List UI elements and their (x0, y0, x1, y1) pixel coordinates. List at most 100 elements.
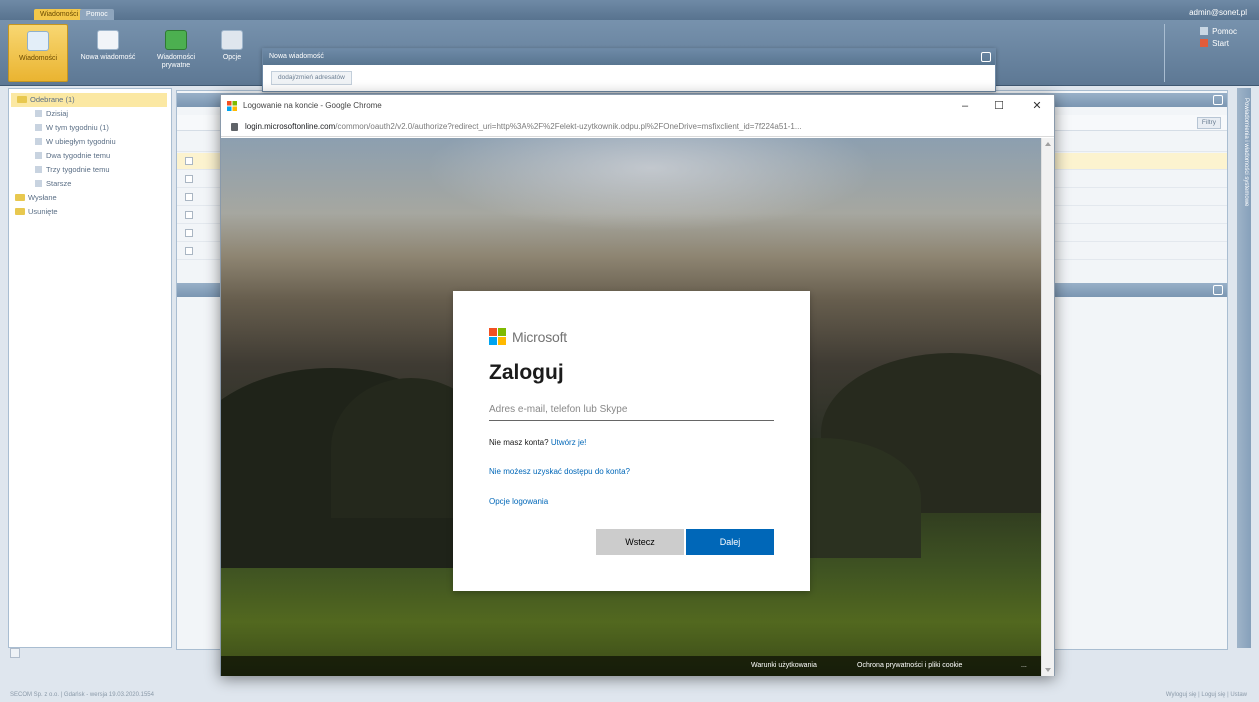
private-message-icon (165, 30, 187, 50)
back-button[interactable]: Wstecz (596, 529, 684, 555)
microsoft-logo-icon (489, 328, 507, 346)
row-checkbox[interactable] (185, 175, 193, 183)
collapse-icon[interactable] (1213, 95, 1223, 105)
new-message-window: Nowa wiadomość dodaj/zmień adresatów (262, 48, 996, 92)
row-checkbox[interactable] (185, 211, 193, 219)
tree-item-deleted[interactable]: Usunięte (9, 205, 171, 219)
next-button[interactable]: Dalej (686, 529, 774, 555)
help-link-label: Pomoc (1212, 27, 1237, 36)
tree-item-label: W tym tygodniu (1) (46, 123, 109, 132)
list-icon (35, 166, 42, 173)
sign-in-options-link[interactable]: Opcje logowania (489, 497, 548, 506)
messages-button-label: Wiadomości (18, 55, 58, 62)
close-icon[interactable] (981, 52, 991, 62)
top-bar: Wiadomości Pomoc admin@sonet.pl (0, 0, 1259, 21)
footer-version: SECOM Sp. z o.o. | Gdańsk - wersja 19.03… (10, 692, 154, 698)
row-checkbox[interactable] (185, 157, 193, 165)
login-footer: Warunki użytkowania Ochrona prywatności … (221, 656, 1043, 676)
no-account-text: Nie masz konta? Utwórz je! (489, 438, 586, 447)
page-title: Zaloguj (489, 361, 564, 384)
private-messages-button-label: Wiadomości prywatne (156, 54, 196, 69)
popup-scrollbar[interactable] (1041, 138, 1054, 676)
tree-item-three-weeks[interactable]: Trzy tygodnie temu (9, 163, 171, 177)
ribbon-separator (1164, 24, 1165, 82)
chrome-popup-window: Logowanie na koncie - Google Chrome – ☐ … (220, 94, 1055, 676)
options-button-label: Opcje (222, 54, 242, 61)
row-checkbox[interactable] (185, 229, 193, 237)
tree-item-label: Trzy tygodnie temu (46, 165, 110, 174)
help-link[interactable]: Pomoc (1200, 26, 1237, 38)
login-page-background: Microsoft Zaloguj Nie masz konta? Utwórz… (221, 138, 1043, 676)
maximize-icon[interactable]: ☐ (989, 98, 1009, 114)
chrome-window-title: Logowanie na koncie - Google Chrome (243, 101, 382, 110)
close-icon[interactable]: ✕ (1027, 98, 1047, 114)
lock-icon (231, 123, 238, 131)
privacy-link[interactable]: Ochrona prywatności i pliki cookie (857, 662, 962, 669)
terms-link[interactable]: Warunki użytkowania (751, 662, 817, 669)
create-account-link[interactable]: Utwórz je! (551, 438, 587, 447)
folder-icon (17, 96, 27, 103)
help-icon (1200, 27, 1209, 35)
tree-item-this-week[interactable]: W tym tygodniu (1) (9, 121, 171, 135)
email-field[interactable] (489, 399, 774, 421)
tree-item-label: W ubiegłym tygodniu (46, 137, 116, 146)
new-message-button-label: Nowa wiadomość (80, 54, 136, 61)
url-path: /common/oauth2/v2.0/authorize?redirect_u… (335, 122, 802, 131)
options-button[interactable]: Opcje (210, 24, 254, 82)
folder-icon (15, 194, 25, 201)
start-link-label: Start (1212, 39, 1229, 48)
status-footer: SECOM Sp. z o.o. | Gdańsk - wersja 19.03… (0, 690, 1259, 702)
list-icon (35, 110, 42, 117)
tree-item-sent[interactable]: Wysłane (9, 191, 171, 205)
start-link[interactable]: Start (1200, 38, 1237, 50)
new-message-title-text: Nowa wiadomość (269, 53, 324, 60)
tree-item-label: Dzisiaj (46, 109, 69, 118)
logo-square-blue (489, 337, 497, 345)
options-icon (221, 30, 243, 50)
tree-item-last-week[interactable]: W ubiegłym tygodniu (9, 135, 171, 149)
tree-item-two-weeks[interactable]: Dwa tygodnie temu (9, 149, 171, 163)
row-checkbox[interactable] (185, 193, 193, 201)
list-icon (35, 152, 42, 159)
cant-access-link[interactable]: Nie możesz uzyskać dostępu do konta? (489, 467, 630, 476)
right-menu: Pomoc Start (1200, 26, 1237, 50)
user-email[interactable]: admin@sonet.pl (1189, 8, 1247, 17)
list-icon (35, 124, 42, 131)
list-icon (35, 138, 42, 145)
new-message-button[interactable]: Nowa wiadomość (78, 24, 138, 82)
tree-item-label: Starsze (46, 179, 72, 188)
envelope-stack-icon (27, 31, 49, 51)
tree-item-today[interactable]: Dzisiaj (9, 107, 171, 121)
scroll-down-icon[interactable] (1045, 668, 1051, 672)
tree-item-inbox[interactable]: Odebrane (1) (11, 93, 167, 107)
address-bar[interactable]: login.microsoftonline.com/common/oauth2/… (221, 117, 1054, 137)
microsoft-favicon-icon (227, 101, 237, 111)
row-checkbox[interactable] (185, 247, 193, 255)
filter-button[interactable]: Filtry (1196, 117, 1221, 129)
tree-item-label: Dwa tygodnie temu (46, 151, 111, 160)
logo-square-yellow (498, 337, 506, 345)
chrome-titlebar[interactable]: Logowanie na koncie - Google Chrome – ☐ … (221, 95, 1054, 117)
more-options-icon[interactable]: ... (1021, 662, 1027, 669)
logo-square-green (498, 328, 506, 336)
add-recipients-button[interactable]: dodaj/zmień adresatów (271, 71, 352, 85)
folder-icon (15, 208, 25, 215)
folder-tree: Odebrane (1) Dzisiaj W tym tygodniu (1) … (8, 88, 172, 648)
tree-item-label: Odebrane (1) (30, 95, 75, 104)
logo-square-red (489, 328, 497, 336)
scroll-up-icon[interactable] (1045, 142, 1051, 146)
tree-item-label: Wysłane (28, 193, 57, 202)
new-message-title: Nowa wiadomość (263, 49, 995, 65)
tree-item-older[interactable]: Starsze (9, 177, 171, 191)
private-messages-button[interactable]: Wiadomości prywatne (146, 24, 206, 82)
collapse-icon[interactable] (1213, 285, 1223, 295)
url-host: login.microsoftonline.com (245, 122, 336, 131)
minimize-icon[interactable]: – (955, 98, 975, 114)
url-text[interactable]: login.microsoftonline.com/common/oauth2/… (245, 122, 1035, 131)
notifications-strip-label: Powiadomienia i wiadomości systemowe (1243, 98, 1249, 207)
notifications-strip[interactable]: Powiadomienia i wiadomości systemowe (1237, 88, 1251, 648)
footer-links[interactable]: Wyloguj się | Loguj się | Ustaw (1166, 692, 1247, 698)
login-card: Microsoft Zaloguj Nie masz konta? Utwórz… (453, 291, 810, 591)
no-account-label: Nie masz konta? (489, 438, 549, 447)
messages-button[interactable]: Wiadomości (8, 24, 68, 82)
